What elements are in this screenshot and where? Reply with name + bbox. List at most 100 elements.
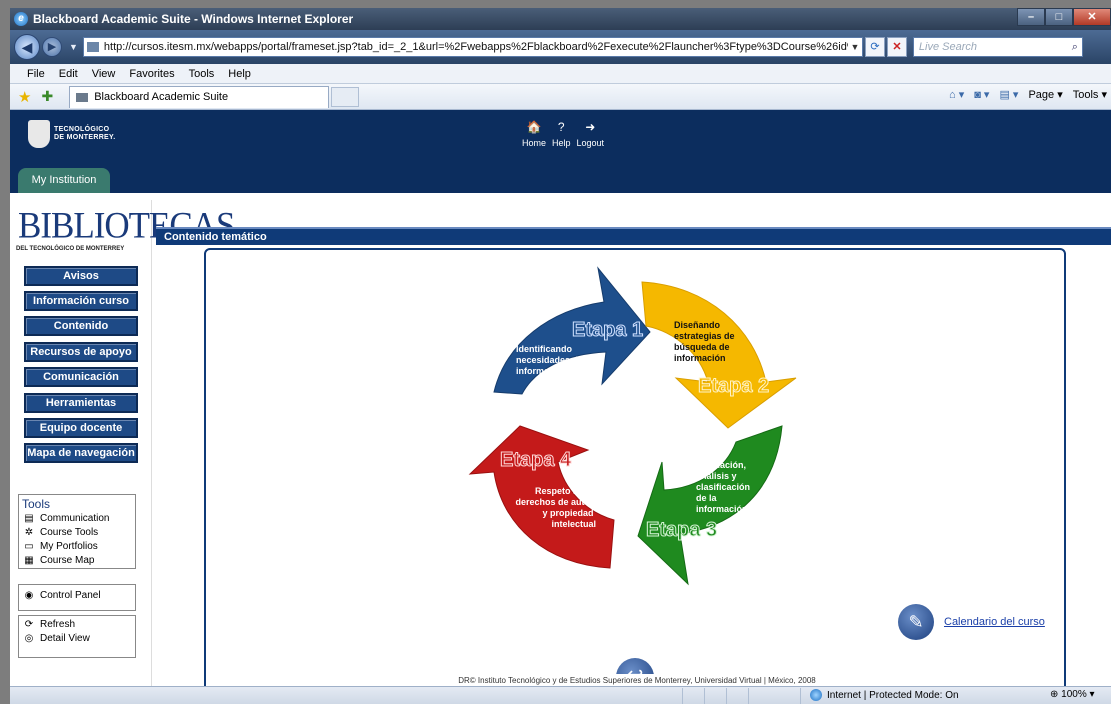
communication-icon: ▤ <box>24 513 34 524</box>
footer-copyright: DR© Instituto Tecnológico y de Estudios … <box>206 674 1064 686</box>
top-links: 🏠 Home ? Help ➜ Logout <box>522 120 604 148</box>
page-icon <box>86 42 99 52</box>
tec-logo[interactable]: TECNOLÓGICO DE MONTERREY. <box>28 120 115 148</box>
stage-1-arrow[interactable]: Etapa 1 Identificando necesidades de inf… <box>493 266 651 395</box>
stage-2-arrow[interactable]: Etapa 2 Diseñando estrategias de búsqued… <box>641 281 797 429</box>
stage-3-arrow[interactable]: Etapa 3 Evaluación, análisis y clasifica… <box>637 425 783 586</box>
title-bar: e Blackboard Academic Suite - Windows In… <box>10 8 1111 30</box>
detail-view-icon: ◎ <box>24 633 34 644</box>
menu-recursos-de-apoyo[interactable]: Recursos de apoyo <box>24 342 138 362</box>
logo-line1: TECNOLÓGICO <box>54 126 110 133</box>
new-tab-button[interactable] <box>331 86 360 107</box>
maximize-button[interactable]: □ <box>1045 8 1073 26</box>
status-bar: Internet | Protected Mode: On ⊕ 100% ▾ <box>10 686 1111 704</box>
menu-tools[interactable]: Tools <box>189 68 215 80</box>
tab-label: Blackboard Academic Suite <box>94 91 229 103</box>
forward-button[interactable]: ▶ <box>42 37 62 57</box>
tool-course-tools[interactable]: ✲ Course Tools <box>19 526 135 540</box>
home-link[interactable]: 🏠 Home <box>522 120 546 148</box>
url-dropdown-icon[interactable]: ▼ <box>848 42 862 52</box>
menu-edit[interactable]: Edit <box>59 68 78 80</box>
help-link[interactable]: ? Help <box>552 120 571 148</box>
site-header: TECNOLÓGICO DE MONTERREY. 🏠 Home ? Help … <box>10 110 1111 193</box>
browser-tab[interactable]: Blackboard Academic Suite <box>69 85 330 108</box>
refresh-link[interactable]: ⟳ Refresh <box>19 616 135 632</box>
section-title: Contenido temático <box>164 231 267 243</box>
menu-favorites[interactable]: Favorites <box>129 68 174 80</box>
stage-1-title: Etapa 1 <box>572 319 643 341</box>
logout-link[interactable]: ➜ Logout <box>577 120 605 148</box>
stage-3-text: Evaluación, análisis y clasificación de … <box>696 460 753 514</box>
add-favorite-icon[interactable]: ✚ <box>41 88 53 105</box>
menu-contenido[interactable]: Contenido <box>24 316 138 336</box>
refresh-icon: ⟳ <box>24 619 34 630</box>
menu-file[interactable]: File <box>27 68 45 80</box>
bibliotecas-subtitle: DEL TECNOLÓGICO DE MONTERREY <box>16 246 125 252</box>
tools-box: Tools ▤ Communication ✲ Course Tools ▭ My P… <box>18 494 136 569</box>
menu-equipo-docente[interactable]: Equipo docente <box>24 418 138 438</box>
home-toolbar-icon[interactable]: ⌂ ▾ <box>949 88 964 101</box>
browser-window: e Blackboard Academic Suite - Windows In… <box>10 8 1111 704</box>
stop-icon[interactable]: ✕ <box>886 37 907 57</box>
tools-title: Tools <box>22 497 51 511</box>
calendar-link[interactable]: Calendario del curso <box>944 616 1045 628</box>
tool-course-map[interactable]: ▦ Course Map <box>19 554 135 568</box>
zone-text: Internet | Protected Mode: On <box>827 689 959 701</box>
stage-3-title: Etapa 3 <box>646 519 717 541</box>
window-controls: – □ ✕ <box>1017 8 1111 26</box>
calendar-pen-icon[interactable]: ✎ <box>898 604 934 640</box>
course-tools-icon: ✲ <box>24 527 34 538</box>
minimize-button[interactable]: – <box>1017 8 1045 26</box>
menu-bar: File Edit View Favorites Tools Help <box>10 64 1111 84</box>
menu-informacion-curso[interactable]: Información curso <box>24 291 138 311</box>
detail-view-link[interactable]: ◎ Detail View <box>19 632 135 646</box>
stage-4-title: Etapa 4 <box>500 449 572 471</box>
control-panel-link[interactable]: ◉ Control Panel <box>19 585 135 603</box>
tab-my-institution[interactable]: My Institution <box>18 168 110 193</box>
tool-my-portfolios[interactable]: ▭ My Portfolios <box>19 540 135 554</box>
help-label: Help <box>552 138 571 148</box>
menu-comunicacion[interactable]: Comunicación <box>24 367 138 387</box>
menu-view[interactable]: View <box>92 68 116 80</box>
zoom-level[interactable]: ⊕ 100% ▾ <box>1050 689 1095 700</box>
search-icon[interactable]: ⌕ <box>1072 41 1082 54</box>
control-panel-box: ◉ Control Panel <box>18 584 136 611</box>
portfolio-icon: ▭ <box>24 541 34 552</box>
favorites-star-icon[interactable]: ★ <box>18 88 31 106</box>
command-bar: ⌂ ▾ ◙ ▾ ▤ ▾ Page ▾ Tools ▾ <box>949 88 1107 101</box>
tab-page-icon <box>76 92 89 102</box>
home-icon: 🏠 <box>526 120 542 134</box>
address-toolbar: ◀ ▶ ▼ http://cursos.itesm.mx/webapps/por… <box>10 30 1111 64</box>
menu-avisos[interactable]: Avisos <box>24 266 138 286</box>
back-button[interactable]: ◀ <box>14 34 40 60</box>
feeds-icon[interactable]: ◙ ▾ <box>974 88 989 101</box>
window-title: Blackboard Academic Suite - Windows Inte… <box>33 12 354 26</box>
stage-2-title: Etapa 2 <box>698 375 769 397</box>
help-icon: ? <box>557 120 565 134</box>
url-text[interactable]: http://cursos.itesm.mx/webapps/portal/fr… <box>104 41 848 53</box>
page-menu[interactable]: Page ▾ <box>1028 88 1062 101</box>
history-dropdown-icon[interactable]: ▼ <box>69 42 78 52</box>
tec-emblem-icon <box>28 120 50 148</box>
menu-help[interactable]: Help <box>228 68 251 80</box>
section-title-bar: Contenido temático <box>156 227 1111 245</box>
globe-icon <box>810 689 822 701</box>
refresh-icon[interactable]: ⟳ <box>864 37 885 57</box>
calendar-link-group: ✎ Calendario del curso <box>898 604 1045 640</box>
security-zone[interactable]: Internet | Protected Mode: On <box>810 689 959 701</box>
print-icon[interactable]: ▤ ▾ <box>999 88 1018 101</box>
logout-label: Logout <box>576 138 605 148</box>
menu-mapa-de-navegacion[interactable]: Mapa de navegación <box>24 443 138 463</box>
url-field[interactable]: http://cursos.itesm.mx/webapps/portal/fr… <box>82 37 863 57</box>
menu-herramientas[interactable]: Herramientas <box>24 393 138 413</box>
tool-communication[interactable]: ▤ Communication <box>19 512 135 526</box>
close-button[interactable]: ✕ <box>1073 8 1111 26</box>
control-panel-icon: ◉ <box>24 590 34 601</box>
tab-bar: ★ ✚ Blackboard Academic Suite ⌂ ▾ ◙ ▾ ▤ … <box>10 84 1111 110</box>
tools-menu[interactable]: Tools ▾ <box>1073 88 1107 101</box>
stage-4-arrow[interactable]: Etapa 4 Respeto a los derechos de autor … <box>468 425 615 569</box>
search-input[interactable]: Live Search ⌕ <box>912 37 1083 57</box>
search-placeholder: Live Search <box>918 41 978 53</box>
page-content: TECNOLÓGICO DE MONTERREY. 🏠 Home ? Help … <box>10 110 1111 686</box>
course-menu: BIBLIOTECAS DEL TECNOLÓGICO DE MONTERREY… <box>14 200 235 686</box>
